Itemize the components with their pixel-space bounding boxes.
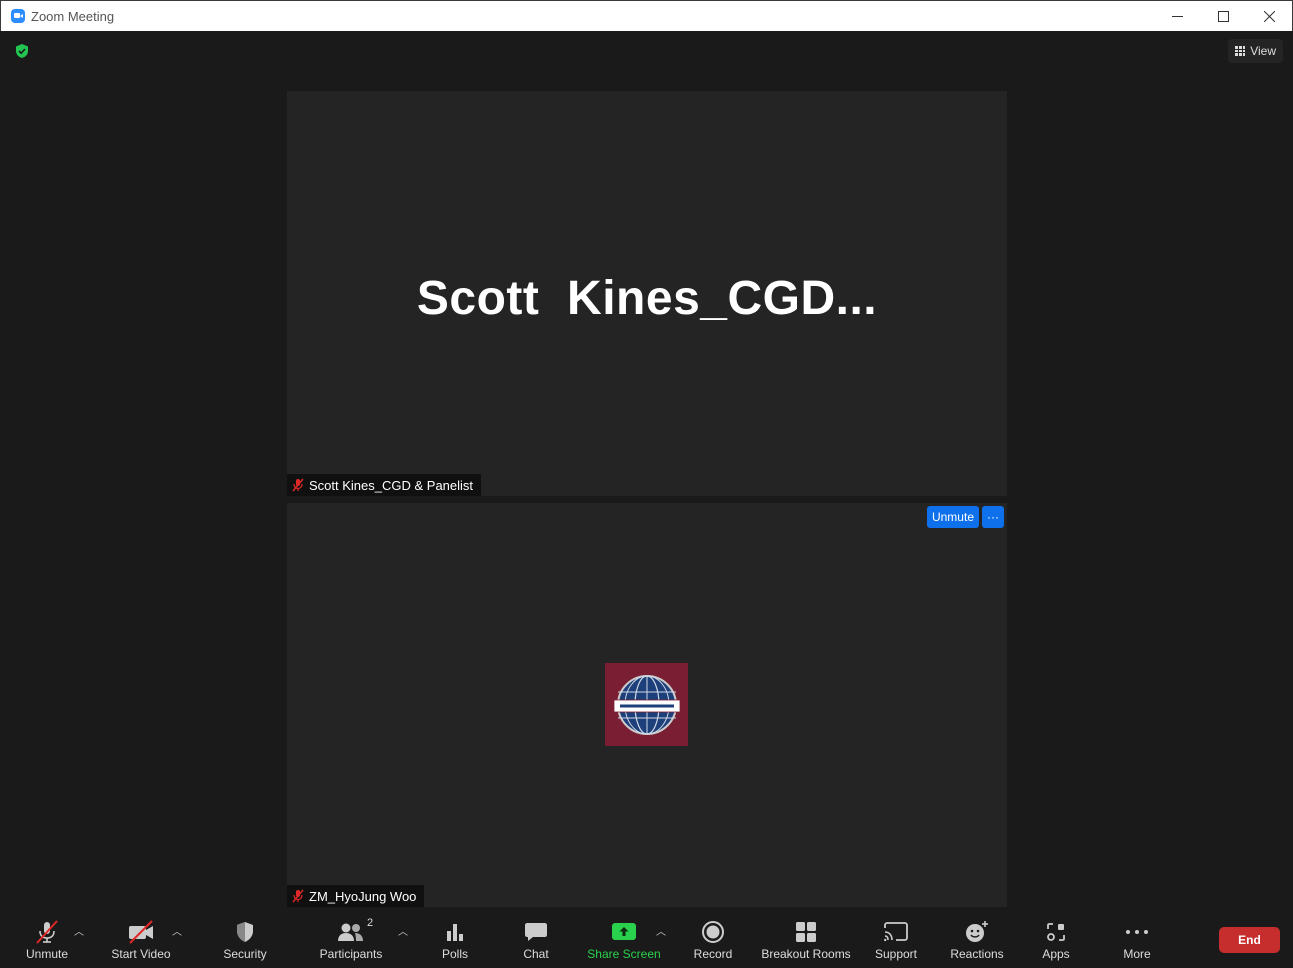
window-title: Zoom Meeting	[31, 8, 115, 24]
participants-options-chevron-up-icon[interactable]: ︿	[398, 923, 408, 938]
tile-more-button[interactable]: ···	[982, 506, 1004, 528]
breakout-rooms-button[interactable]: Breakout Rooms	[759, 913, 853, 967]
chat-bubble-icon	[525, 923, 547, 941]
video-options-chevron-up-icon[interactable]: ︿	[172, 923, 182, 938]
muted-mic-icon	[292, 478, 304, 492]
end-meeting-button[interactable]: End	[1219, 927, 1280, 953]
unmute-button[interactable]: Unmute	[17, 913, 77, 967]
reactions-emoji-icon	[966, 921, 988, 942]
apps-button[interactable]: Apps	[1036, 913, 1076, 967]
support-button[interactable]: Support	[871, 913, 921, 967]
record-label: Record	[693, 947, 733, 961]
title-bar: Zoom Meeting	[0, 0, 1293, 31]
toastmasters-avatar	[605, 663, 688, 746]
polls-label: Polls	[441, 947, 468, 961]
more-button[interactable]: More	[1115, 913, 1159, 967]
start-video-label: Start Video	[111, 947, 171, 961]
grid-view-icon	[1235, 46, 1246, 56]
attendee-tag-label: ZM_HyoJung Woo	[309, 888, 417, 904]
share-screen-label: Share Screen	[587, 947, 661, 961]
breakout-rooms-grid-icon	[796, 922, 816, 942]
support-label: Support	[874, 947, 918, 961]
maximize-button[interactable]	[1200, 1, 1246, 31]
video-off-icon	[129, 920, 153, 944]
polls-button[interactable]: Polls	[433, 913, 477, 967]
participants-button[interactable]: 2 Participants	[315, 913, 387, 967]
muted-mic-icon	[292, 889, 304, 903]
speaker-name-tag: Scott Kines_CGD & Panelist	[287, 474, 482, 496]
maximize-icon	[1217, 10, 1229, 22]
view-button[interactable]: View	[1228, 39, 1283, 63]
zoom-app-icon	[11, 9, 25, 23]
muted-microphone-icon	[36, 920, 58, 944]
globe-logo-icon	[613, 674, 680, 735]
record-button[interactable]: Record	[691, 913, 735, 967]
tile-unmute-button[interactable]: Unmute	[926, 506, 979, 528]
more-label: More	[1123, 947, 1151, 961]
speaker-tag-label: Scott Kines_CGD & Panelist	[309, 477, 474, 493]
apps-icon	[1047, 923, 1065, 941]
encryption-shield-icon[interactable]	[14, 43, 30, 59]
meeting-area: View Scott Kines_CGD... Scott Kines_CGD …	[1, 31, 1292, 913]
participants-label: Participants	[319, 947, 383, 961]
close-icon	[1263, 10, 1275, 22]
security-label: Security	[223, 947, 267, 961]
share-screen-button[interactable]: Share Screen	[585, 913, 663, 967]
participants-count: 2	[367, 917, 374, 929]
support-cast-icon	[884, 922, 908, 942]
view-label: View	[1250, 44, 1276, 58]
security-button[interactable]: Security	[217, 913, 273, 967]
apps-label: Apps	[1042, 947, 1070, 961]
speaker-display-name: Scott Kines_CGD...	[416, 272, 878, 325]
chat-button[interactable]: Chat	[514, 913, 558, 967]
share-screen-arrow-icon	[612, 923, 636, 940]
unmute-label: Unmute	[25, 947, 69, 961]
security-shield-icon	[237, 922, 253, 942]
minimize-icon	[1171, 15, 1183, 17]
minimize-button[interactable]	[1154, 1, 1200, 31]
share-options-chevron-up-icon[interactable]: ︿	[656, 923, 666, 938]
polls-bar-chart-icon	[447, 924, 463, 941]
start-video-button[interactable]: Start Video	[105, 913, 177, 967]
audio-options-chevron-up-icon[interactable]: ︿	[74, 923, 84, 938]
chat-label: Chat	[523, 947, 549, 961]
reactions-button[interactable]: Reactions	[948, 913, 1006, 967]
breakout-rooms-label: Breakout Rooms	[761, 947, 851, 961]
attendee-video-tile[interactable]: Unmute ··· ZM_HyoJung Woo	[287, 503, 1007, 907]
close-button[interactable]	[1246, 1, 1292, 31]
speaker-video-tile[interactable]: Scott Kines_CGD... Scott Kines_CGD & Pan…	[287, 91, 1007, 496]
participants-icon	[338, 923, 363, 941]
record-icon	[702, 921, 724, 943]
meeting-toolbar: Unmute ︿ Start Video ︿ Security 2 Partic…	[1, 913, 1292, 967]
window-controls	[1154, 1, 1292, 31]
attendee-name-tag: ZM_HyoJung Woo	[287, 885, 425, 907]
reactions-label: Reactions	[950, 947, 1004, 961]
more-dots-icon	[1126, 930, 1148, 934]
